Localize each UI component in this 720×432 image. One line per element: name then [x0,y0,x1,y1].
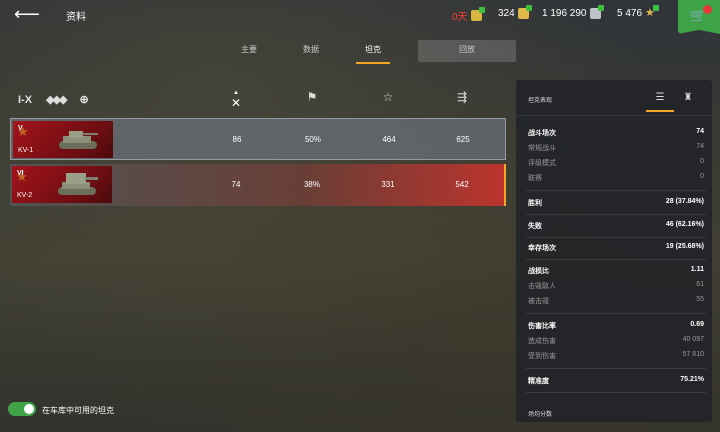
tank-tier: V [18,125,23,132]
stat-damage-received: 受到伤害 57 810 [528,351,704,360]
panel-header: 坦克表现 ☰ ♜ [516,80,712,116]
divider [526,237,706,238]
tank-performance-panel: 坦克表现 ☰ ♜ 战斗场次 74 常规战斗 74 评级模式 0 联赛 0 胜利 28 (3… [516,80,712,422]
stat-survived: 幸存场次 19 (25.68%) [528,243,704,252]
avg-damage-column-icon[interactable]: ⇶ [452,90,472,104]
avg-xp-cell: 464 [382,135,396,144]
stat-regular-battles: 常规战斗 74 [528,143,704,152]
credits-balance[interactable]: 1 196 290 [542,5,604,19]
win-rate-cell: 50% [304,135,321,144]
filter-bar: I-X ◆◆◆ ⊕ [18,93,89,107]
credits-value: 1 196 290 [542,8,587,19]
stat-kill-death-ratio: 战损比 1.11 [528,266,704,275]
premium-days[interactable]: 0天 [452,7,485,23]
stat-accuracy: 精准度 75.21% [528,376,704,385]
list-view-icon[interactable]: ☰ [646,92,674,112]
stat-been-destroyed: 被击毁 55 [528,296,704,305]
stat-battles: 战斗场次 74 [528,128,704,137]
nation-filter-icon[interactable]: ⊕ [79,93,88,106]
tank-name: KV-1 [18,147,34,154]
stat-damage-ratio: 伤害比率 0.69 [528,321,704,330]
gold-balance[interactable]: 324 [498,5,532,19]
page-title: 资料 [66,12,86,23]
back-arrow-icon[interactable]: ⟵ [14,4,40,24]
avg-xp-column-icon[interactable]: ☆ [378,90,398,104]
battles-cell: 86 [232,135,242,144]
tab-main[interactable]: 主要 [218,40,280,62]
tank-image-icon [58,173,98,195]
divider [526,392,706,393]
tank-name: KV-2 [17,192,33,199]
toggle-knob [24,404,34,414]
tank-image-icon [59,131,98,149]
stat-destroyed: 击毁敌人 61 [528,281,704,290]
win-rate-column-icon[interactable]: ⚑ [302,90,322,104]
star-icon: ★ [645,5,660,19]
credits-icon [589,5,604,19]
tab-tanks[interactable]: 坦克 [342,40,404,64]
tank-tier: VI [17,170,24,177]
tab-replays[interactable]: 回放 [418,40,516,62]
avg-damage-cell: 542 [455,180,469,189]
battles-cell: 74 [231,180,241,189]
stat-defeats: 失败 46 (62.16%) [528,221,704,230]
gold-value: 324 [498,8,515,19]
avg-damage-cell: 625 [456,135,470,144]
tank-card: ★ V KV-1 [13,121,113,158]
available-tanks-label: 在车库中可用的坦克 [42,406,114,415]
profile-tabs: 主要 数据 坦克 回放 [218,40,516,64]
shop-button[interactable]: 🛒 [678,0,720,34]
tier-filter[interactable]: I-X [18,94,32,106]
tank-type-filter-icon[interactable]: ◆◆◆ [46,93,67,106]
stat-league: 联赛 0 [528,173,704,182]
table-row[interactable]: ★ V KV-1 86 50% 464 625 [10,118,506,160]
premium-icon [470,7,485,21]
stat-victories: 胜利 28 (37.84%) [528,198,704,207]
free-xp-balance[interactable]: 5 476 ★ [617,5,660,19]
divider [526,214,706,215]
battles-column-icon[interactable]: ▲ ✕ [226,90,246,110]
notification-badge [703,5,712,14]
trophy-icon[interactable]: ♜ [680,92,696,104]
tab-data[interactable]: 数据 [280,40,342,62]
panel-title: 坦克表现 [528,98,553,104]
avg-xp-cell: 331 [381,180,395,189]
divider [526,368,706,369]
table-row[interactable]: ★ VI KV-2 74 38% 331 542 [10,164,506,206]
divider [526,313,706,314]
stat-rating-mode: 评级模式 0 [528,158,704,167]
free-xp-value: 5 476 [617,8,643,19]
gold-icon [517,5,532,19]
top-bar: ⟵ 资料 0天 324 1 196 290 5 476 ★ 🛒 [0,0,720,34]
stat-damage-dealt: 造成伤害 40 097 [528,336,704,345]
divider [526,259,706,260]
win-rate-cell: 38% [303,180,320,189]
divider [526,190,706,191]
premium-days-value: 0天 [452,12,468,23]
available-tanks-toggle[interactable] [8,402,36,416]
section-average-score: 场均分数 [528,412,553,418]
tank-card: ★ VI KV-2 [12,166,112,203]
